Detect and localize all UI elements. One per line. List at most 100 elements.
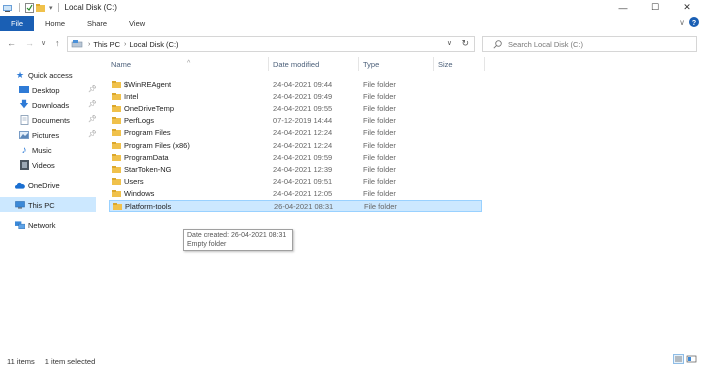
tab-view[interactable]: View xyxy=(118,16,156,31)
file-date-modified: 24-04-2021 09:49 xyxy=(273,92,333,102)
column-divider[interactable] xyxy=(484,57,485,71)
file-type: File folder xyxy=(363,164,396,174)
table-row[interactable]: Windows 24-04-2021 12:05 File folder xyxy=(109,188,482,200)
details-view-icon[interactable] xyxy=(673,354,684,364)
desktop-icon xyxy=(19,86,29,94)
file-date-modified: 24-04-2021 09:55 xyxy=(273,104,333,114)
folder-icon xyxy=(112,105,121,113)
file-name[interactable]: Program Files xyxy=(124,128,171,137)
folder-icon xyxy=(113,203,122,210)
file-name[interactable]: Users xyxy=(124,177,144,186)
folder-icon xyxy=(112,129,121,137)
file-type: File folder xyxy=(364,202,397,211)
file-type: File folder xyxy=(363,128,396,138)
nav-label: Documents xyxy=(32,115,70,125)
back-arrow-icon[interactable]: ← xyxy=(7,38,16,48)
column-divider[interactable] xyxy=(268,57,269,71)
file-name[interactable]: Intel xyxy=(124,92,138,101)
large-icons-view-icon[interactable] xyxy=(686,354,697,364)
expand-ribbon-chevron-icon[interactable]: ∨ xyxy=(679,18,685,27)
file-name[interactable]: StarToken-NG xyxy=(124,165,172,174)
svg-text:?: ? xyxy=(692,20,696,27)
new-folder-icon[interactable] xyxy=(36,3,45,13)
nav-label: OneDrive xyxy=(28,180,60,190)
explorer-app-icon[interactable] xyxy=(3,3,14,13)
toolbar-separator xyxy=(57,3,59,12)
column-divider[interactable] xyxy=(433,57,434,71)
breadcrumb-separator-icon[interactable]: › xyxy=(88,41,90,48)
breadcrumb-this-pc[interactable]: This PC xyxy=(93,40,120,49)
tab-home[interactable]: Home xyxy=(34,16,76,31)
table-row[interactable]: $WinREAgent 24-04-2021 09:44 File folder xyxy=(109,79,482,91)
tab-share[interactable]: Share xyxy=(76,16,118,31)
file-name[interactable]: ProgramData xyxy=(124,153,169,162)
file-name[interactable]: Program Files (x86) xyxy=(124,141,190,150)
pin-icon[interactable]: 📌︎ xyxy=(88,85,97,93)
file-name[interactable]: PerfLogs xyxy=(124,116,154,125)
breadcrumb-local-disk[interactable]: Local Disk (C:) xyxy=(129,40,178,49)
column-name[interactable]: Name xyxy=(111,60,131,69)
ribbon-tabs: File Home Share View ∨ ? xyxy=(0,16,703,31)
tab-file[interactable]: File xyxy=(0,16,34,31)
nav-item-network[interactable]: Network xyxy=(15,218,56,232)
pin-icon[interactable]: 📌︎ xyxy=(88,130,97,138)
table-row[interactable]: ProgramData 24-04-2021 09:59 File folder xyxy=(109,152,482,164)
help-icon[interactable]: ? xyxy=(689,17,699,27)
breadcrumb-separator-icon[interactable]: › xyxy=(124,41,126,48)
folder-icon xyxy=(112,117,121,125)
table-row[interactable]: StarToken-NG 24-04-2021 12:39 File folder xyxy=(109,164,482,176)
minimize-button[interactable]: — xyxy=(607,0,639,15)
file-name[interactable]: Platform-tools xyxy=(125,202,171,211)
nav-label: Music xyxy=(32,145,52,155)
table-row[interactable]: Program Files 24-04-2021 12:24 File folder xyxy=(109,127,482,139)
table-row[interactable]: Users 24-04-2021 09:51 File folder xyxy=(109,176,482,188)
nav-item-downloads[interactable]: 🡇 Downloads xyxy=(19,98,69,112)
documents-icon xyxy=(19,115,29,125)
nav-item-quick-access[interactable]: ★ Quick access xyxy=(15,68,73,82)
up-arrow-icon[interactable]: ↑ xyxy=(55,38,60,48)
customize-toolbar-chevron-icon[interactable]: ▾ xyxy=(49,4,53,12)
file-type: File folder xyxy=(363,92,396,102)
table-row[interactable]: PerfLogs 07-12-2019 14:44 File folder xyxy=(109,115,482,127)
folder-icon xyxy=(112,93,121,101)
file-date-modified: 24-04-2021 09:51 xyxy=(273,176,333,186)
address-bar[interactable]: › This PC › Local Disk (C:) ∨ ↻ xyxy=(67,36,475,52)
refresh-icon[interactable]: ↻ xyxy=(461,38,469,49)
file-type: File folder xyxy=(363,140,396,150)
nav-item-documents[interactable]: Documents xyxy=(19,113,70,127)
table-row[interactable]: Program Files (x86) 24-04-2021 12:24 File … xyxy=(109,140,482,152)
pin-icon[interactable]: 📌︎ xyxy=(88,100,97,108)
file-tooltip: Date created: 26-04-2021 08:31 Empty fol… xyxy=(183,229,293,251)
nav-item-music[interactable]: ♪ Music xyxy=(19,143,52,157)
nav-item-pictures[interactable]: Pictures xyxy=(19,128,59,142)
column-date-modified[interactable]: Date modified xyxy=(273,60,319,69)
column-divider[interactable] xyxy=(358,57,359,71)
download-arrow-icon: 🡇 xyxy=(19,99,29,109)
table-row[interactable]: OneDriveTemp 24-04-2021 09:55 File folder xyxy=(109,103,482,115)
close-button[interactable]: ✕ xyxy=(671,0,703,15)
search-icon xyxy=(493,39,502,49)
table-row[interactable]: Intel 24-04-2021 09:49 File folder xyxy=(109,91,482,103)
file-date-modified: 24-04-2021 12:24 xyxy=(273,140,333,150)
forward-arrow-icon[interactable]: → xyxy=(25,38,34,48)
nav-item-desktop[interactable]: Desktop xyxy=(19,83,60,97)
file-type: File folder xyxy=(363,116,396,126)
table-row[interactable]: Platform-tools 26-04-2021 08:31 File folde… xyxy=(109,200,482,212)
file-name[interactable]: Windows xyxy=(124,189,154,198)
address-dropdown-chevron-icon[interactable]: ∨ xyxy=(447,39,452,47)
search-input[interactable]: Search Local Disk (C:) xyxy=(482,36,697,52)
recent-locations-chevron-icon[interactable]: ∨ xyxy=(41,39,46,47)
nav-item-onedrive[interactable]: OneDrive xyxy=(15,178,60,192)
tooltip-empty-folder: Empty folder xyxy=(187,241,227,248)
nav-item-videos[interactable]: Videos xyxy=(19,158,55,172)
properties-icon[interactable] xyxy=(25,2,34,13)
file-name[interactable]: OneDriveTemp xyxy=(124,104,174,113)
file-name[interactable]: $WinREAgent xyxy=(124,80,171,89)
folder-icon xyxy=(112,153,121,161)
network-icon xyxy=(15,220,25,230)
maximize-button[interactable]: ☐ xyxy=(639,0,671,15)
column-type[interactable]: Type xyxy=(363,60,379,69)
nav-item-this-pc[interactable]: This PC xyxy=(15,198,55,212)
column-size[interactable]: Size xyxy=(438,60,453,69)
pin-icon[interactable]: 📌︎ xyxy=(88,115,97,123)
